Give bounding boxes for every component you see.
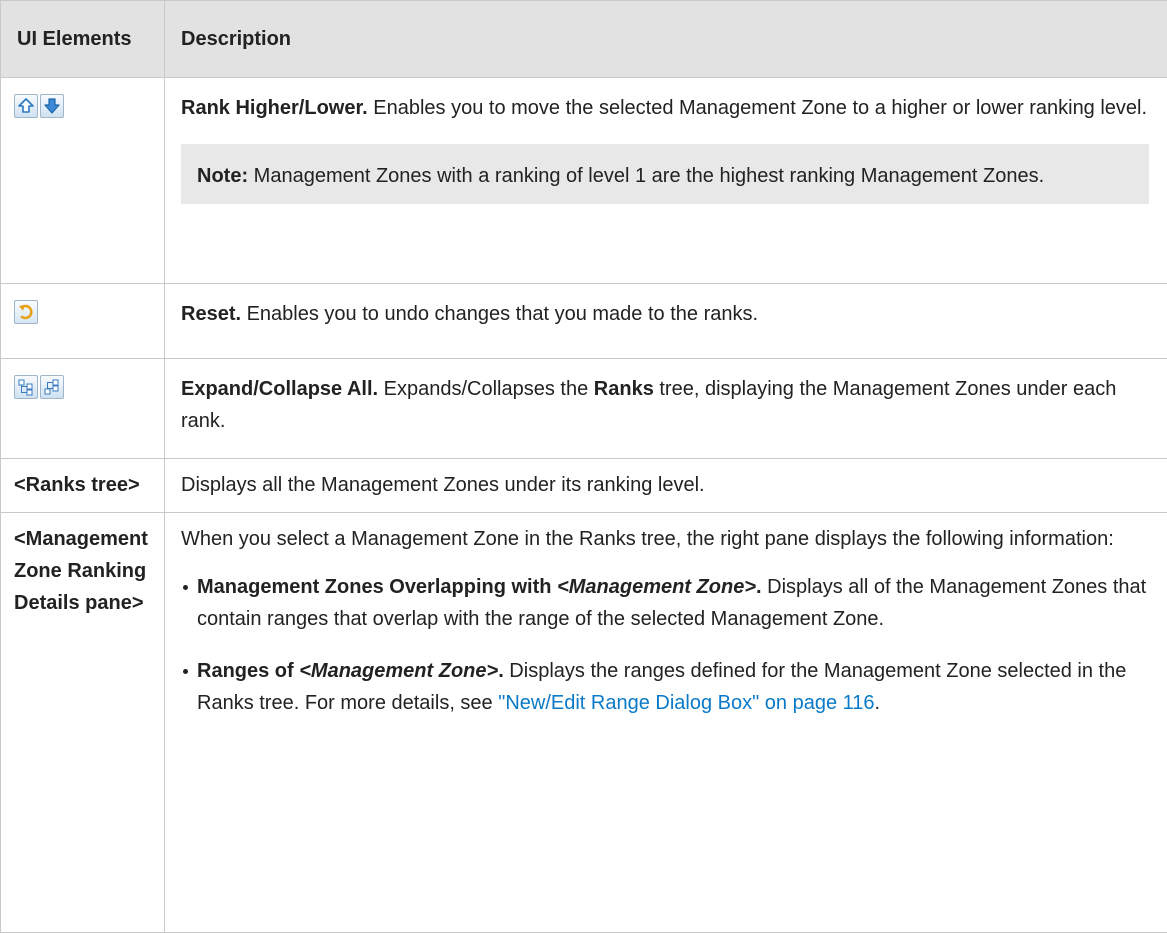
expand-collapse-title: Expand/Collapse All. xyxy=(181,378,378,400)
table-row: Expand/Collapse All. Expands/Collapses t… xyxy=(1,359,1167,459)
details-intro: When you select a Management Zone in the… xyxy=(181,523,1149,555)
note-label: Note: xyxy=(197,165,248,187)
bullet-end: . xyxy=(875,692,881,714)
bullet-title-italic: <Management Zone> xyxy=(299,660,498,682)
description-cell: Expand/Collapse All. Expands/Collapses t… xyxy=(165,359,1167,459)
expand-text: Expands/Collapses the xyxy=(378,378,594,400)
details-pane-element: <Management Zone Ranking Details pane> xyxy=(14,523,150,619)
description-cell: Rank Higher/Lower. Enables you to move t… xyxy=(165,78,1167,284)
arrow-down-icon xyxy=(40,94,64,118)
description-cell: When you select a Management Zone in the… xyxy=(165,513,1167,933)
ui-element-cell: <Ranks tree> xyxy=(1,459,165,513)
list-item: Ranges of <Management Zone>. Displays th… xyxy=(181,655,1149,719)
details-bullet-list: Management Zones Overlapping with <Manag… xyxy=(181,571,1149,719)
ui-element-cell: <Management Zone Ranking Details pane> xyxy=(1,513,165,933)
ui-element-cell xyxy=(1,78,165,284)
ui-elements-table: UI Elements Description Rank Higher/Lowe… xyxy=(0,0,1167,933)
description-cell: Displays all the Management Zones under … xyxy=(165,459,1167,513)
description-cell: Reset. Enables you to undo changes that … xyxy=(165,284,1167,359)
ui-element-cell xyxy=(1,284,165,359)
table-row: <Ranks tree> Displays all the Management… xyxy=(1,459,1167,513)
ranks-tree-element: <Ranks tree> xyxy=(14,469,150,501)
expand-all-icon xyxy=(14,375,38,399)
reset-description: Enables you to undo changes that you mad… xyxy=(241,303,758,325)
table-row: Reset. Enables you to undo changes that … xyxy=(1,284,1167,359)
bullet-title-italic: <Management Zone> xyxy=(557,576,756,598)
bullet-title: Ranges of xyxy=(197,660,299,682)
bullet-title: Management Zones Overlapping with xyxy=(197,576,557,598)
note-box: Note: Management Zones with a ranking of… xyxy=(181,144,1149,204)
ranks-term: Ranks xyxy=(594,378,654,400)
range-dialog-link[interactable]: "New/Edit Range Dialog Box" on page 116 xyxy=(498,692,874,714)
collapse-all-icon xyxy=(40,375,64,399)
ui-element-cell xyxy=(1,359,165,459)
list-item: Management Zones Overlapping with <Manag… xyxy=(181,571,1149,635)
header-ui-elements: UI Elements xyxy=(1,1,165,78)
table-row: <Management Zone Ranking Details pane> W… xyxy=(1,513,1167,933)
arrow-up-icon xyxy=(14,94,38,118)
note-text: Management Zones with a ranking of level… xyxy=(248,165,1044,187)
rank-description: Enables you to move the selected Managem… xyxy=(368,97,1147,119)
undo-icon xyxy=(14,300,38,324)
reset-title: Reset. xyxy=(181,303,241,325)
header-description: Description xyxy=(165,1,1167,78)
ranks-tree-description: Displays all the Management Zones under … xyxy=(181,469,1149,501)
table-header-row: UI Elements Description xyxy=(1,1,1167,78)
table-row: Rank Higher/Lower. Enables you to move t… xyxy=(1,78,1167,284)
rank-higher-lower-title: Rank Higher/Lower. xyxy=(181,97,368,119)
